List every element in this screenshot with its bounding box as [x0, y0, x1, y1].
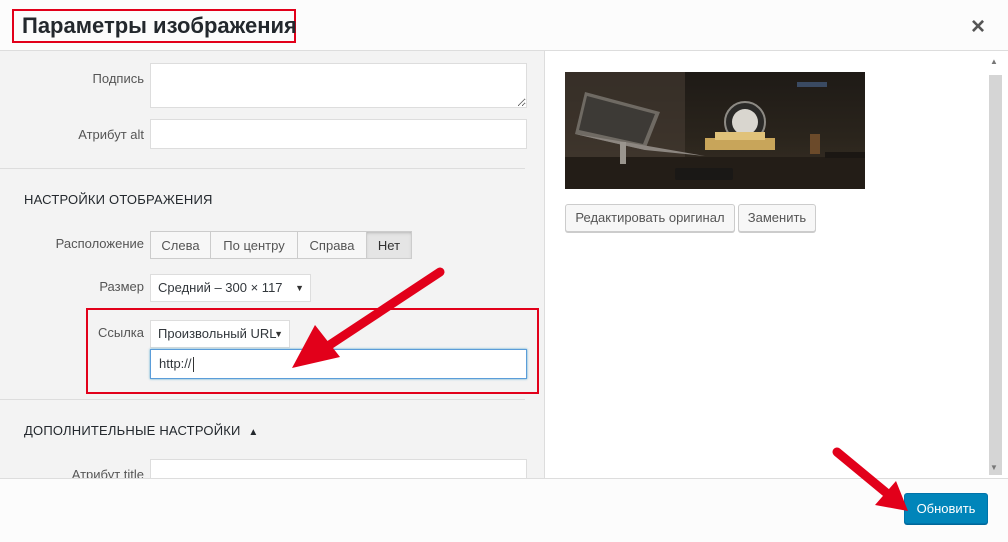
scroll-up-icon[interactable]: ▲	[990, 57, 998, 66]
modal-header: Параметры изображения ×	[0, 0, 1008, 51]
link-highlight-box	[86, 308, 539, 394]
modal-footer: Обновить	[0, 478, 1008, 542]
align-center-button[interactable]: По центру	[210, 231, 298, 259]
triangle-up-icon: ▲	[248, 427, 259, 438]
align-label: Расположение	[55, 236, 144, 251]
title-attr-label: Атрибут title	[71, 467, 144, 478]
align-right-button[interactable]: Справа	[297, 231, 367, 259]
size-label: Размер	[99, 279, 144, 294]
advanced-settings-toggle[interactable]: ДОПОЛНИТЕЛЬНЫЕ НАСТРОЙКИ ▲	[24, 423, 259, 438]
caption-label: Подпись	[92, 71, 144, 86]
chevron-down-icon: ▼	[295, 283, 304, 293]
alt-label: Атрибут alt	[78, 127, 144, 142]
caption-textarea[interactable]	[150, 63, 527, 108]
align-button-group: Слева По центру Справа Нет	[150, 231, 412, 259]
display-settings-heading: НАСТРОЙКИ ОТОБРАЖЕНИЯ	[24, 192, 213, 207]
replace-button[interactable]: Заменить	[738, 204, 816, 232]
size-select[interactable]: Средний – 300 × 117 ▼	[150, 274, 311, 302]
update-button[interactable]: Обновить	[904, 493, 988, 524]
alt-input[interactable]	[150, 119, 527, 149]
laptop-desk-photo	[565, 72, 865, 189]
scrollbar-thumb[interactable]	[989, 75, 1002, 475]
divider	[0, 399, 525, 400]
size-select-value: Средний – 300 × 117	[158, 280, 283, 295]
close-icon[interactable]: ×	[964, 14, 992, 42]
title-attr-input[interactable]	[150, 459, 527, 478]
settings-panel: Подпись Атрибут alt НАСТРОЙКИ ОТОБРАЖЕНИ…	[0, 51, 545, 478]
preview-panel: Редактировать оригинал Заменить	[545, 51, 1008, 478]
divider	[0, 168, 525, 169]
advanced-settings-heading: ДОПОЛНИТЕЛЬНЫЕ НАСТРОЙКИ	[24, 423, 241, 438]
modal-title: Параметры изображения	[12, 9, 297, 43]
edit-original-button[interactable]: Редактировать оригинал	[565, 204, 735, 232]
align-none-button[interactable]: Нет	[366, 231, 412, 259]
scroll-down-icon[interactable]: ▼	[990, 463, 998, 472]
align-left-button[interactable]: Слева	[150, 231, 211, 259]
image-preview	[565, 72, 865, 189]
